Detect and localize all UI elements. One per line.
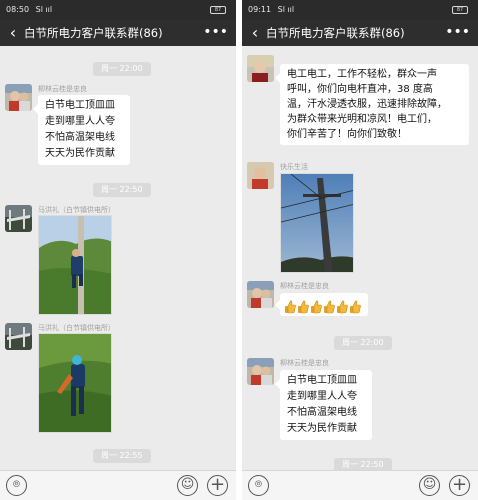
thumbs-up-emoji-icon: [311, 300, 322, 313]
avatar[interactable]: [5, 323, 32, 350]
avatar[interactable]: [5, 84, 32, 111]
plus-icon[interactable]: +: [207, 475, 228, 496]
message-bubble[interactable]: 电工电工，工作不轻松，群众一声 呼叫，你们向电杆直冲，38 度高 温，汗水浸透衣…: [275, 64, 469, 145]
signal-indicator: Sl ııl: [277, 5, 295, 14]
more-dots-icon[interactable]: •••: [445, 22, 470, 42]
message-line: 天天为民作贡献: [287, 423, 357, 434]
chat-title: 白节所电力客户联系群(86): [24, 26, 163, 40]
message-line: 天天为民作贡献: [45, 148, 115, 159]
lineman-climbing-pole-photo[interactable]: [38, 215, 112, 315]
timestamp: 周一 22:50: [93, 183, 151, 197]
right-chat-screen: 09:11 Sl ııl 87 ‹ 白节所电力客户联系群(86) ••• 电工电…: [242, 0, 478, 500]
worker-cutting-grass-photo[interactable]: [38, 333, 112, 433]
message-line: 白节电工顶皿皿: [287, 375, 357, 386]
message-line: 呼叫，你们向电杆直冲，38 度高: [287, 84, 433, 95]
message-line: 走到哪里人人夸: [287, 391, 357, 402]
voice-icon[interactable]: ⦾: [6, 475, 27, 496]
timestamp: 周一 22:00: [334, 336, 392, 350]
thumbs-up-emoji-icon: [324, 300, 335, 313]
status-time: 08:50: [6, 5, 30, 14]
chat-header: ‹ 白节所电力客户联系群(86) •••: [0, 20, 236, 46]
sender-name: 柳林云桂是忠良: [38, 85, 87, 93]
status-bar: 09:11 Sl ııl 87: [242, 0, 478, 20]
avatar[interactable]: [247, 358, 274, 385]
chat-header: ‹ 白节所电力客户联系群(86) •••: [242, 20, 478, 46]
message-line: 你们辛苦了！向你们致敬！: [287, 129, 407, 140]
input-bar: ⦾ ☺ +: [242, 470, 478, 500]
timestamp: 周一 22:55: [93, 449, 151, 463]
back-arrow-icon[interactable]: ‹: [5, 23, 21, 43]
battery-icon: 87: [452, 6, 468, 14]
status-time: 09:11: [248, 5, 272, 14]
more-dots-icon[interactable]: •••: [203, 22, 228, 42]
status-bar: 08:50 Sl ııl 87: [0, 0, 236, 20]
sender-name: 柳林云桂是忠良: [280, 359, 329, 367]
message-line: 不怕高温架电线: [45, 132, 115, 143]
message-line: 电工电工，工作不轻松，群众一声: [287, 69, 437, 80]
thumbs-up-emoji-icon: [350, 300, 361, 313]
plus-icon[interactable]: +: [449, 475, 470, 496]
message-line: 白节电工顶皿皿: [45, 100, 115, 111]
sender-name: 马洪礼（白节镇供电所）: [38, 206, 115, 214]
back-arrow-icon[interactable]: ‹: [247, 23, 263, 43]
message-line: 温，汗水浸透衣服，迅速排除故障，: [287, 99, 447, 110]
avatar[interactable]: [247, 162, 274, 189]
battery-icon: 87: [210, 6, 226, 14]
avatar[interactable]: [247, 55, 274, 82]
avatar[interactable]: [5, 205, 32, 232]
emoji-icon[interactable]: ☺: [177, 475, 198, 496]
sender-name: 快乐生活: [280, 163, 308, 171]
sender-name: 柳林云桂是忠良: [280, 282, 329, 290]
message-line: 不怕高温架电线: [287, 407, 357, 418]
power-pole-sky-photo[interactable]: [280, 173, 354, 273]
input-bar: ⦾ ☺ +: [0, 470, 236, 500]
message-line: 走到哪里人人夸: [45, 116, 115, 127]
left-chat-screen: 08:50 Sl ııl 87 ‹ 白节所电力客户联系群(86) ••• 周一 …: [0, 0, 236, 500]
thumbs-up-emoji-icon: [285, 300, 296, 313]
emoji-icon[interactable]: ☺: [419, 475, 440, 496]
thumbs-up-bubble[interactable]: [275, 293, 368, 316]
chat-title: 白节所电力客户联系群(86): [266, 26, 405, 40]
message-bubble[interactable]: 白节电工顶皿皿 走到哪里人人夸 不怕高温架电线 天天为民作贡献: [33, 95, 130, 165]
avatar[interactable]: [247, 281, 274, 308]
voice-icon[interactable]: ⦾: [248, 475, 269, 496]
thumbs-up-emoji-icon: [298, 300, 309, 313]
sender-name: 马洪礼（白节镇供电所）: [38, 324, 115, 332]
message-line: 为群众带来光明和凉风！电工们，: [287, 114, 437, 125]
timestamp: 周一 22:00: [93, 62, 151, 76]
message-bubble[interactable]: 白节电工顶皿皿 走到哪里人人夸 不怕高温架电线 天天为民作贡献: [275, 370, 372, 440]
thumbs-up-emoji-icon: [337, 300, 348, 313]
signal-indicator: Sl ııl: [35, 5, 53, 14]
